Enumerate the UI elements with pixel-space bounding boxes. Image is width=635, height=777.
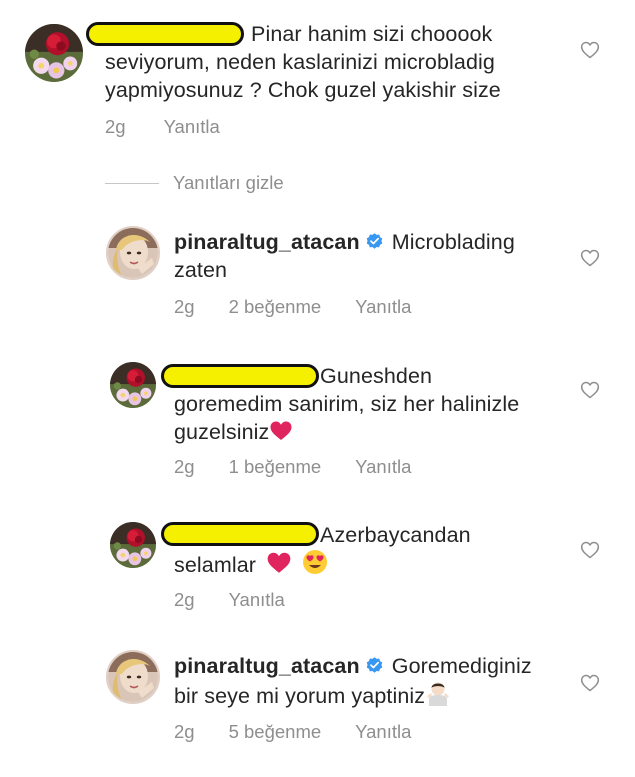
hide-replies-line <box>105 182 159 184</box>
reply-2-text-line3: guzelsiniz <box>174 420 270 444</box>
heart-outline-icon[interactable] <box>580 380 600 400</box>
reply-1-text-line1: Microblading <box>391 230 515 254</box>
flower-avatar-image <box>25 24 83 82</box>
reply-1-time: 2g <box>174 296 195 317</box>
reply-2-text-line1: Guneshden <box>320 364 433 388</box>
reply-4-text-line1: Goremediginiz <box>391 654 532 678</box>
reply-2-meta: 2g 1 beğenme Yanıtla <box>174 456 411 478</box>
reply-2-time: 2g <box>174 456 195 477</box>
verified-badge-icon <box>365 232 384 251</box>
reply-1-text: pinaraltug_atacan Microblading zaten <box>174 228 574 284</box>
reply-1-likes[interactable]: 2 beğenme <box>229 296 322 318</box>
commenter-avatar[interactable] <box>110 522 156 568</box>
reply-3-text-line1: Azerbaycandan <box>320 523 471 547</box>
reply-3-time: 2g <box>174 589 195 610</box>
heart-outline-icon[interactable] <box>580 540 600 560</box>
comment-time: 2g <box>105 116 126 137</box>
reply-4-likes[interactable]: 5 beğenme <box>229 721 322 743</box>
reply-3-text-line2: selamlar <box>174 553 257 577</box>
person-shrugging-emoji <box>427 682 450 706</box>
comment-text-line1: Pinar hanim sizi chooook <box>251 22 493 46</box>
comment-text-line3: yapmiyosunuz ? Chok guzel yakishir size <box>105 78 501 102</box>
reply-4-meta: 2g 5 beğenme Yanıtla <box>174 721 411 743</box>
heart-eyes-emoji <box>303 550 328 574</box>
comment-meta: 2g Yanıtla <box>105 116 220 138</box>
reply-4-username[interactable]: pinaraltug_atacan <box>174 654 360 678</box>
pinaraltug-avatar[interactable] <box>106 226 160 280</box>
red-heart-emoji <box>267 552 291 573</box>
commenter-avatar[interactable] <box>25 24 83 82</box>
reply-2-text: Guneshden goremedim sanirim, siz her hal… <box>174 362 574 446</box>
heart-outline-icon[interactable] <box>580 673 600 693</box>
reply-3-meta: 2g Yanıtla <box>174 589 285 611</box>
reply-2-reply-button[interactable]: Yanıtla <box>355 456 411 478</box>
reply-4-reply-button[interactable]: Yanıtla <box>355 721 411 743</box>
verified-badge-icon <box>365 656 384 675</box>
reply-4-text-line2: bir seye mi yorum yaptiniz <box>174 684 426 708</box>
reply-3-reply-button[interactable]: Yanıtla <box>229 589 285 611</box>
flower-avatar-image <box>110 522 156 568</box>
pinaraltug-avatar[interactable] <box>106 650 160 704</box>
red-heart-emoji <box>270 421 292 440</box>
hide-replies-toggle[interactable]: Yanıtları gizle <box>105 172 284 194</box>
reply-4-text: pinaraltug_atacan Goremediginiz bir seye… <box>174 652 574 710</box>
reply-4-time: 2g <box>174 721 195 742</box>
reply-1-username[interactable]: pinaraltug_atacan <box>174 230 360 254</box>
reply-2-text-line2: goremedim sanirim, siz her halinizle <box>174 392 520 416</box>
comment-text: Pinar hanim sizi chooook seviyorum, nede… <box>105 20 575 104</box>
reply-1-reply-button[interactable]: Yanıtla <box>355 296 411 318</box>
heart-outline-icon[interactable] <box>580 40 600 60</box>
reply-1-meta: 2g 2 beğenme Yanıtla <box>174 296 411 318</box>
hide-replies-label: Yanıtları gizle <box>173 172 284 193</box>
person-avatar-image <box>108 228 158 278</box>
comments-screen: { "comments": [ { "text_line1": "Pinar h… <box>0 0 635 777</box>
reply-3-text: Azerbaycandan selamlar <box>174 521 574 579</box>
reply-button[interactable]: Yanıtla <box>164 116 220 138</box>
flower-avatar-image <box>110 362 156 408</box>
reply-2-likes[interactable]: 1 beğenme <box>229 456 322 478</box>
reply-1-text-line2: zaten <box>174 258 228 282</box>
heart-outline-icon[interactable] <box>580 248 600 268</box>
person-avatar-image <box>108 652 158 702</box>
commenter-avatar[interactable] <box>110 362 156 408</box>
comment-text-line2: seviyorum, neden kaslarinizi microbladig <box>105 50 495 74</box>
